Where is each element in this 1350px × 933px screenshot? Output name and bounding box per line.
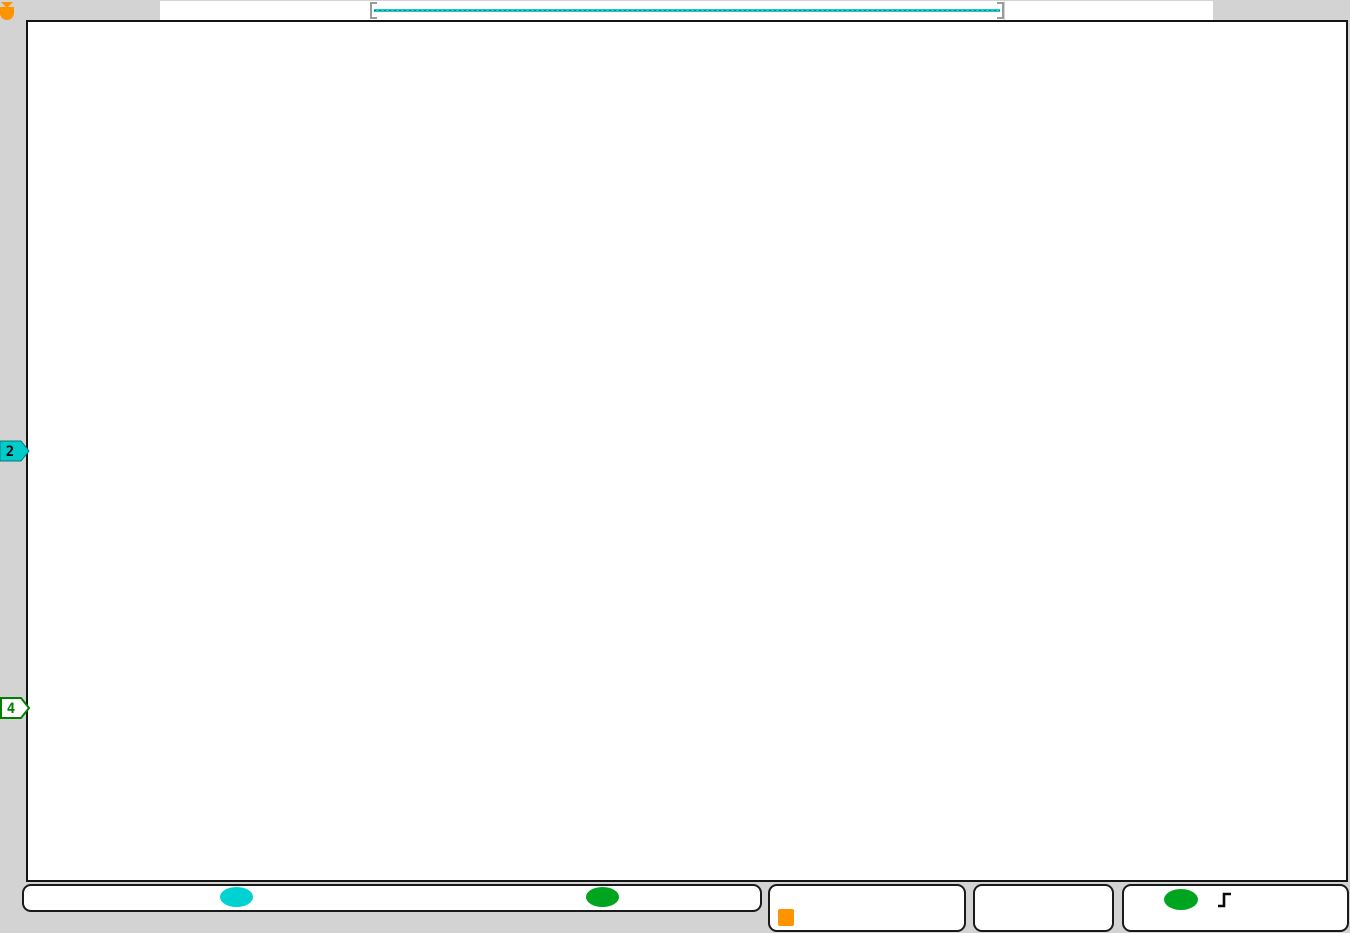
trigger-source-readout-box[interactable] <box>1122 884 1349 932</box>
rising-edge-slope-icon <box>1216 890 1234 910</box>
acquisition-readout-box[interactable] <box>973 884 1114 932</box>
trigger-marker-t-icon <box>0 7 14 20</box>
trigger-t-icon <box>778 909 794 926</box>
top-readout-box-right <box>1005 1 1213 20</box>
ch4-badge[interactable] <box>586 887 619 907</box>
record-view-left-bracket <box>370 2 377 19</box>
trigger-position-bar-marker[interactable] <box>0 2 14 20</box>
record-view-right-bracket <box>997 2 1004 19</box>
oscilloscope-screen: 2 4 <box>0 0 1350 933</box>
trigger-source-badge[interactable] <box>1164 889 1198 910</box>
horizontal-trigger-readout-box[interactable] <box>768 884 966 932</box>
channel-2-ref-label: 2 <box>6 444 14 460</box>
ch2-badge[interactable] <box>220 887 253 907</box>
graticule <box>26 20 1348 882</box>
channel-readout-box[interactable] <box>22 884 762 912</box>
channel-4-ref-marker[interactable]: 4 <box>0 696 31 720</box>
record-view-line-dash <box>374 10 1000 11</box>
channel-4-ref-label: 4 <box>7 701 15 717</box>
channel-2-ref-marker[interactable]: 2 <box>0 439 31 463</box>
top-readout-box-left <box>160 1 370 20</box>
horizontal-position-bar[interactable] <box>370 1 1004 20</box>
waveform-plot <box>28 22 1346 880</box>
